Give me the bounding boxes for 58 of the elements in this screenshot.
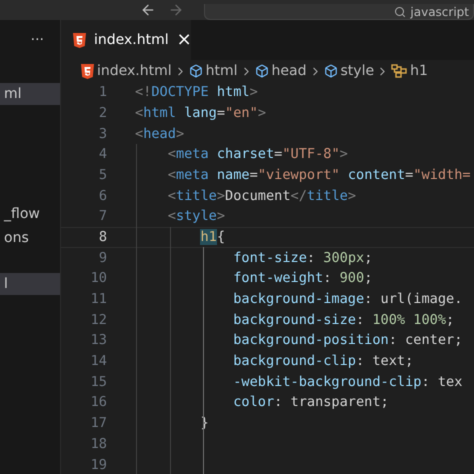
- editor-tab[interactable]: index.html ×: [61, 20, 191, 60]
- box-icon: [324, 64, 338, 78]
- line-number: 8: [98, 228, 107, 247]
- more-actions[interactable]: ···: [30, 30, 44, 50]
- code-line: <meta name="viewport" content="width=: [166, 166, 471, 185]
- breadcrumb[interactable]: index.html: [81, 60, 172, 82]
- file-item[interactable]: ml: [0, 83, 60, 105]
- line-number: 9: [98, 248, 107, 268]
- code-line: <head>: [135, 124, 184, 144]
- breadcrumb[interactable]: html: [188, 60, 238, 82]
- line-number: 4: [98, 145, 107, 164]
- code-line: <!DOCTYPE html>: [135, 83, 258, 102]
- forward-icon[interactable]: [168, 2, 184, 18]
- html5-icon: [81, 64, 94, 78]
- code-line: background-size: 100% 100%;: [232, 310, 454, 330]
- box-icon: [254, 64, 269, 78]
- line-number: 18: [90, 434, 107, 454]
- code-line: background-position: center;: [232, 331, 462, 350]
- breadcrumb[interactable]: head: [254, 60, 306, 82]
- file-item[interactable]: _flow: [0, 203, 60, 225]
- code-line: <style>: [166, 207, 226, 226]
- code-line: background-image: url(image.: [232, 290, 462, 310]
- code-line: color: transparent;: [232, 393, 389, 412]
- line-number: 11: [90, 290, 107, 310]
- file-item[interactable]: ons: [0, 227, 60, 249]
- line-number: 19: [90, 456, 107, 474]
- line-number: 3: [98, 124, 107, 144]
- file-item[interactable]: l: [0, 273, 60, 295]
- code-line: background-clip: text;: [232, 352, 414, 372]
- breadcrumb[interactable]: style: [324, 60, 374, 82]
- code-line: -webkit-background-clip: tex: [232, 372, 462, 392]
- code-line: font-weight: 900;: [232, 269, 372, 288]
- code-line: <title>Document</title>: [166, 186, 356, 206]
- code-line: <meta charset="UTF-8">: [166, 145, 348, 164]
- line-number: 14: [90, 352, 107, 372]
- back-icon[interactable]: [140, 2, 156, 18]
- line-number: 2: [98, 104, 107, 123]
- close-button[interactable]: ×: [176, 31, 192, 49]
- html5-icon: [73, 32, 86, 48]
- search-icon: [394, 6, 406, 18]
- line-number: 5: [98, 166, 107, 185]
- breadcrumb[interactable]: h1: [391, 60, 428, 82]
- search-field[interactable]: javascript: [204, 4, 474, 20]
- symbol-icon: [391, 64, 408, 78]
- box-icon: [188, 64, 203, 78]
- line-number: 6: [98, 186, 107, 206]
- search-text: javascript: [410, 6, 469, 18]
- line-number: 7: [98, 207, 107, 226]
- code-line: h1{: [199, 228, 226, 247]
- line-number: 13: [90, 331, 107, 350]
- line-number: 17: [90, 414, 107, 434]
- line-number: 16: [90, 393, 107, 412]
- line-number: 1: [98, 83, 107, 102]
- code-line: font-size: 300px;: [232, 248, 372, 268]
- line-number: 12: [90, 310, 107, 330]
- line-number: 15: [90, 372, 107, 392]
- line-number: 10: [90, 269, 107, 288]
- code-line: <html lang="en">: [135, 104, 266, 123]
